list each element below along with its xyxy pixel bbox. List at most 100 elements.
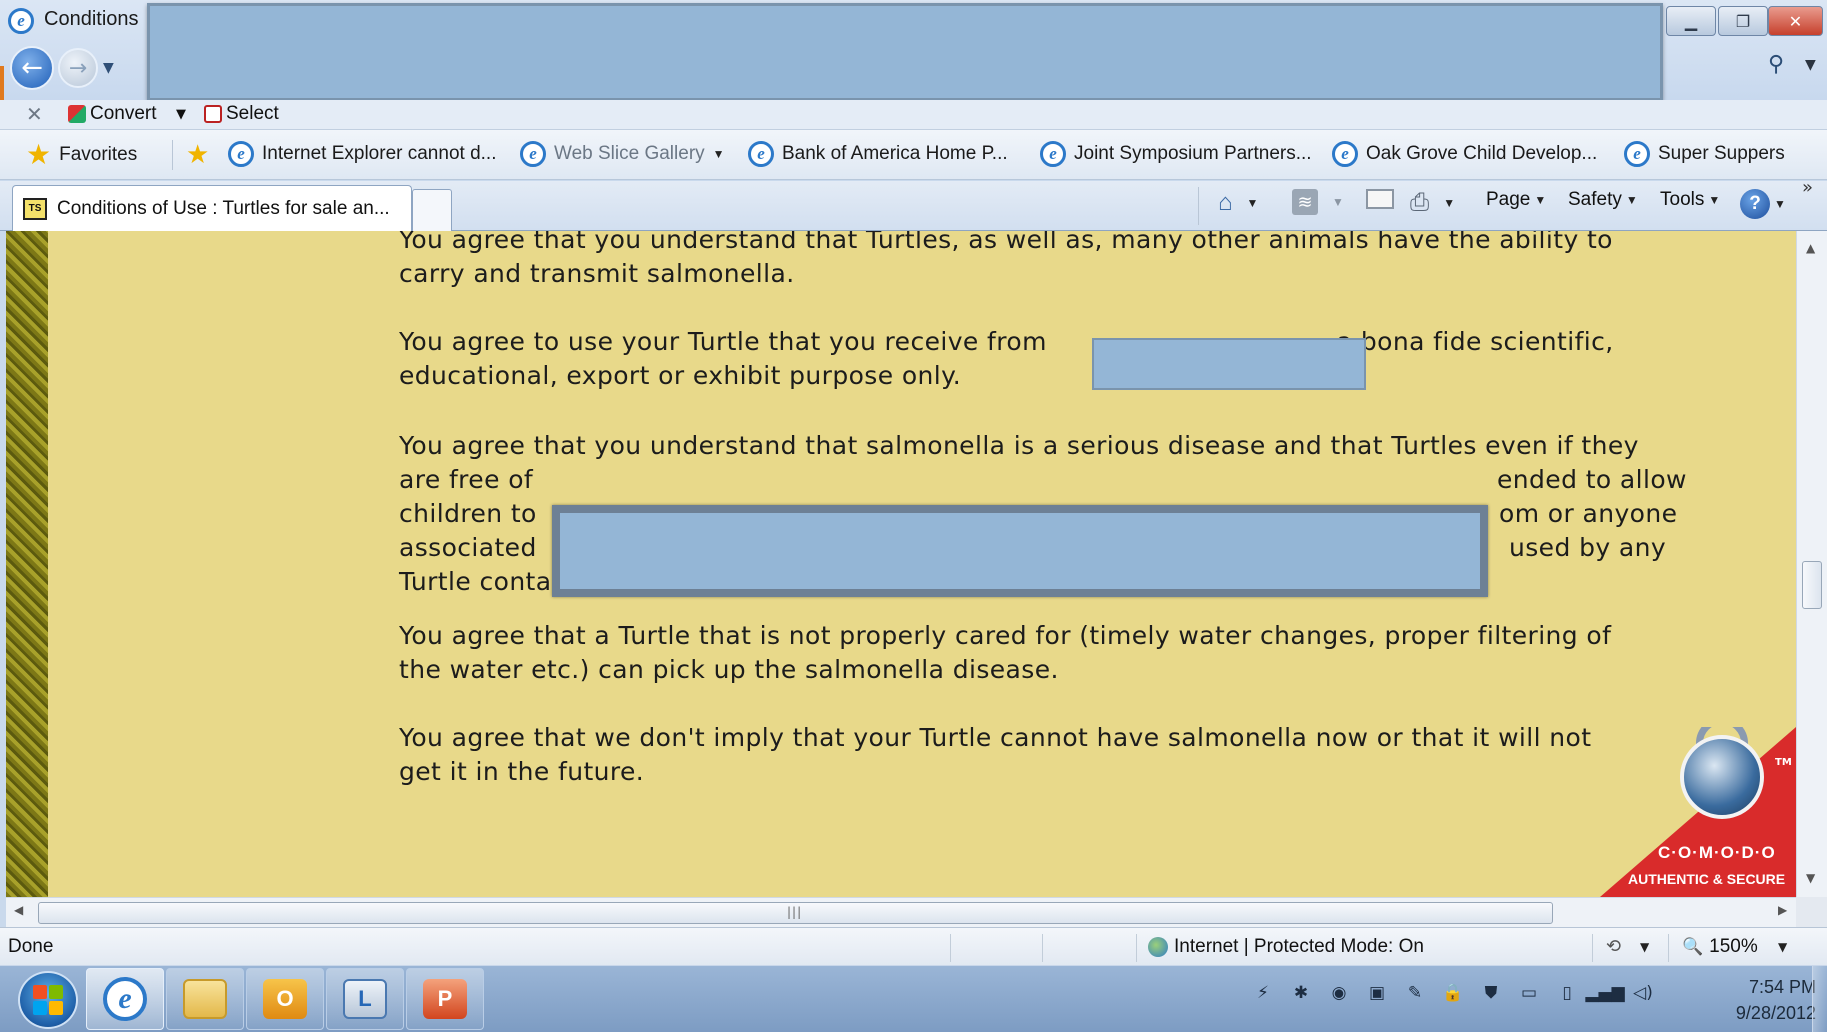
lock-icon[interactable]: 🔒 <box>1440 980 1466 1006</box>
scroll-right-icon[interactable]: ▶ <box>1778 903 1787 917</box>
text-fragment: ended to allow <box>1497 465 1687 494</box>
read-mail-button[interactable] <box>1366 189 1394 209</box>
text-line: You agree that you understand that Turtl… <box>399 231 1613 254</box>
safety-menu[interactable]: Safety ▼ <box>1568 189 1638 211</box>
tools-menu[interactable]: Tools ▼ <box>1660 189 1720 211</box>
bluetooth-icon[interactable]: ✱ <box>1288 980 1314 1006</box>
scroll-corner <box>1796 897 1827 927</box>
clock-time: 7:54 PM <box>1748 977 1816 997</box>
taskbar-windows-explorer[interactable] <box>166 968 244 1030</box>
recent-pages-dropdown[interactable]: ▼ <box>103 60 114 76</box>
shield-icon[interactable]: ⛊ <box>1478 980 1504 1006</box>
maximize-button[interactable]: ❐ <box>1718 6 1768 36</box>
favorites-button[interactable]: ★ Favorites <box>26 141 137 169</box>
seal-name: C·O·M·O·D·O <box>1658 843 1776 862</box>
window-title: Conditions <box>44 8 139 30</box>
favorite-item-label: Oak Grove Child Develop... <box>1366 143 1598 164</box>
taskbar-outlook[interactable]: O <box>246 968 324 1030</box>
windows-logo-icon <box>49 985 63 999</box>
chevron-down-icon[interactable]: ▼ <box>1640 940 1649 954</box>
text-line: get it in the future. <box>399 757 645 786</box>
minimize-button[interactable]: ▁ <box>1666 6 1716 36</box>
select-button[interactable]: Select <box>204 103 279 125</box>
network-icon[interactable]: ⚡ <box>1250 980 1276 1006</box>
page-menu[interactable]: Page ▼ <box>1486 189 1546 211</box>
vertical-scroll-thumb[interactable] <box>1802 561 1822 609</box>
printer-icon: ⎙ <box>1410 189 1430 216</box>
search-icon[interactable]: ⚲ <box>1768 52 1784 77</box>
close-toolbar-icon[interactable]: ✕ <box>26 102 43 126</box>
title-bar: e Conditions ← → ▼ ▁ ❐ ✕ ⚲ ▼ <box>0 0 1827 116</box>
help-icon: ? <box>1740 189 1770 219</box>
condition-paragraph: You agree that you understand that Turtl… <box>399 231 1729 291</box>
power-icon[interactable]: ▯ <box>1554 980 1580 1006</box>
ie-icon: e <box>228 141 254 167</box>
start-button[interactable] <box>18 971 78 1029</box>
powerpoint-icon: P <box>423 979 467 1019</box>
taskbar-powerpoint[interactable]: P <box>406 968 484 1030</box>
add-to-favorites-bar-button[interactable]: ★ <box>186 141 209 167</box>
text-line: educational, export or exhibit purpose o… <box>399 361 962 390</box>
new-tab-button[interactable] <box>412 189 452 231</box>
clock-date: 9/28/2012 <box>1735 1003 1816 1023</box>
zoom-level[interactable]: 🔍 150% <box>1682 936 1758 958</box>
favorite-item[interactable]: e Oak Grove Child Develop... <box>1332 141 1597 167</box>
tools-menu-label: Tools <box>1660 189 1705 210</box>
convert-button[interactable]: Convert <box>68 103 157 125</box>
vertical-scrollbar[interactable]: ▲ ▼ <box>1796 231 1827 897</box>
chevron-down-icon[interactable]: ▼ <box>1778 940 1787 954</box>
scroll-up-icon[interactable]: ▲ <box>1806 241 1815 255</box>
text-line: the water etc.) can pick up the salmonel… <box>399 655 1059 684</box>
comodo-seal[interactable]: TM C·O·M·O·D·O AUTHENTIC & SECURE <box>1600 727 1796 897</box>
favorite-item-label: Internet Explorer cannot d... <box>262 143 497 164</box>
favorites-overflow-icon[interactable]: » <box>1802 177 1813 198</box>
sync-icon[interactable]: ✎ <box>1402 980 1428 1006</box>
security-zone[interactable]: Internet | Protected Mode: On <box>1148 936 1424 958</box>
system-tray: ⚡ ✱ ◉ ▣ ✎ 🔒 ⛊ ▭ ▯ ▂▄▆ ◁) <box>1250 980 1656 1006</box>
volume-icon[interactable]: ◁) <box>1630 980 1656 1006</box>
help-menu[interactable]: ? ▼ <box>1740 189 1786 219</box>
condition-paragraph: You agree that we don't imply that your … <box>399 721 1729 789</box>
convert-dropdown-icon[interactable]: ▼ <box>176 107 186 122</box>
tab-row: TS Conditions of Use : Turtles for sale … <box>0 177 1827 231</box>
signal-icon[interactable]: ▂▄▆ <box>1585 980 1624 1006</box>
close-button[interactable]: ✕ <box>1768 6 1823 36</box>
text-fragment: a bona fide scientific, <box>1336 327 1614 356</box>
trademark-mark: TM <box>1775 757 1792 768</box>
show-desktop-button[interactable] <box>1812 966 1827 1032</box>
favorite-item-label: Super Suppers <box>1658 143 1785 164</box>
back-button[interactable]: ← <box>10 46 54 90</box>
ie-icon: e <box>748 141 774 167</box>
favorite-item[interactable]: e Bank of America Home P... <box>748 141 1008 167</box>
home-button[interactable]: ⌂ ▼ <box>1218 189 1258 217</box>
system-clock[interactable]: 7:54 PM 9/28/2012 <box>1690 974 1816 1026</box>
horizontal-scroll-thumb[interactable]: ||| <box>38 902 1553 924</box>
scroll-down-icon[interactable]: ▼ <box>1806 871 1815 885</box>
convert-toolbar: ✕ Convert ▼ Select <box>0 100 1827 130</box>
taskbar-lync[interactable]: L <box>326 968 404 1030</box>
horizontal-scrollbar[interactable]: ◀ ||| ▶ <box>6 897 1796 927</box>
print-button[interactable]: ⎙ ▼ <box>1410 189 1455 217</box>
rss-feed-icon: ≋ <box>1292 189 1318 215</box>
windows-taskbar: e O L P ⚡ ✱ ◉ ▣ ✎ 🔒 ⛊ ▭ ▯ ▂▄▆ ◁) 7:54 PM… <box>0 965 1827 1032</box>
text-line: You agree to use your Turtle that you re… <box>399 325 1729 359</box>
scroll-left-icon[interactable]: ◀ <box>14 903 23 917</box>
folder-icon <box>183 979 227 1019</box>
security-icon[interactable]: ◉ <box>1326 980 1352 1006</box>
favorite-item[interactable]: e Internet Explorer cannot d... <box>228 141 496 167</box>
favorite-item[interactable]: e Joint Symposium Partners... <box>1040 141 1312 167</box>
favorite-item[interactable]: e Super Suppers <box>1624 141 1785 167</box>
forward-button[interactable]: → <box>58 48 98 88</box>
text-line: are free of ended to allow <box>399 463 1729 497</box>
favorite-item-web-slice-gallery[interactable]: e Web Slice Gallery ▼ <box>520 141 725 167</box>
display-icon[interactable]: ▣ <box>1364 980 1390 1006</box>
search-dropdown-icon[interactable]: ▼ <box>1805 57 1816 73</box>
feeds-button[interactable]: ≋ ▼ <box>1292 189 1344 215</box>
text-line: carry and transmit salmonella. <box>399 259 795 288</box>
grip-icon: ||| <box>787 905 803 919</box>
taskbar-internet-explorer[interactable]: e <box>86 968 164 1030</box>
monitor-icon[interactable]: ▭ <box>1516 980 1542 1006</box>
zoom-label: 150% <box>1709 936 1758 957</box>
protected-mode-icon[interactable]: ⟲ <box>1606 936 1621 957</box>
tab-conditions-of-use[interactable]: TS Conditions of Use : Turtles for sale … <box>12 185 412 231</box>
